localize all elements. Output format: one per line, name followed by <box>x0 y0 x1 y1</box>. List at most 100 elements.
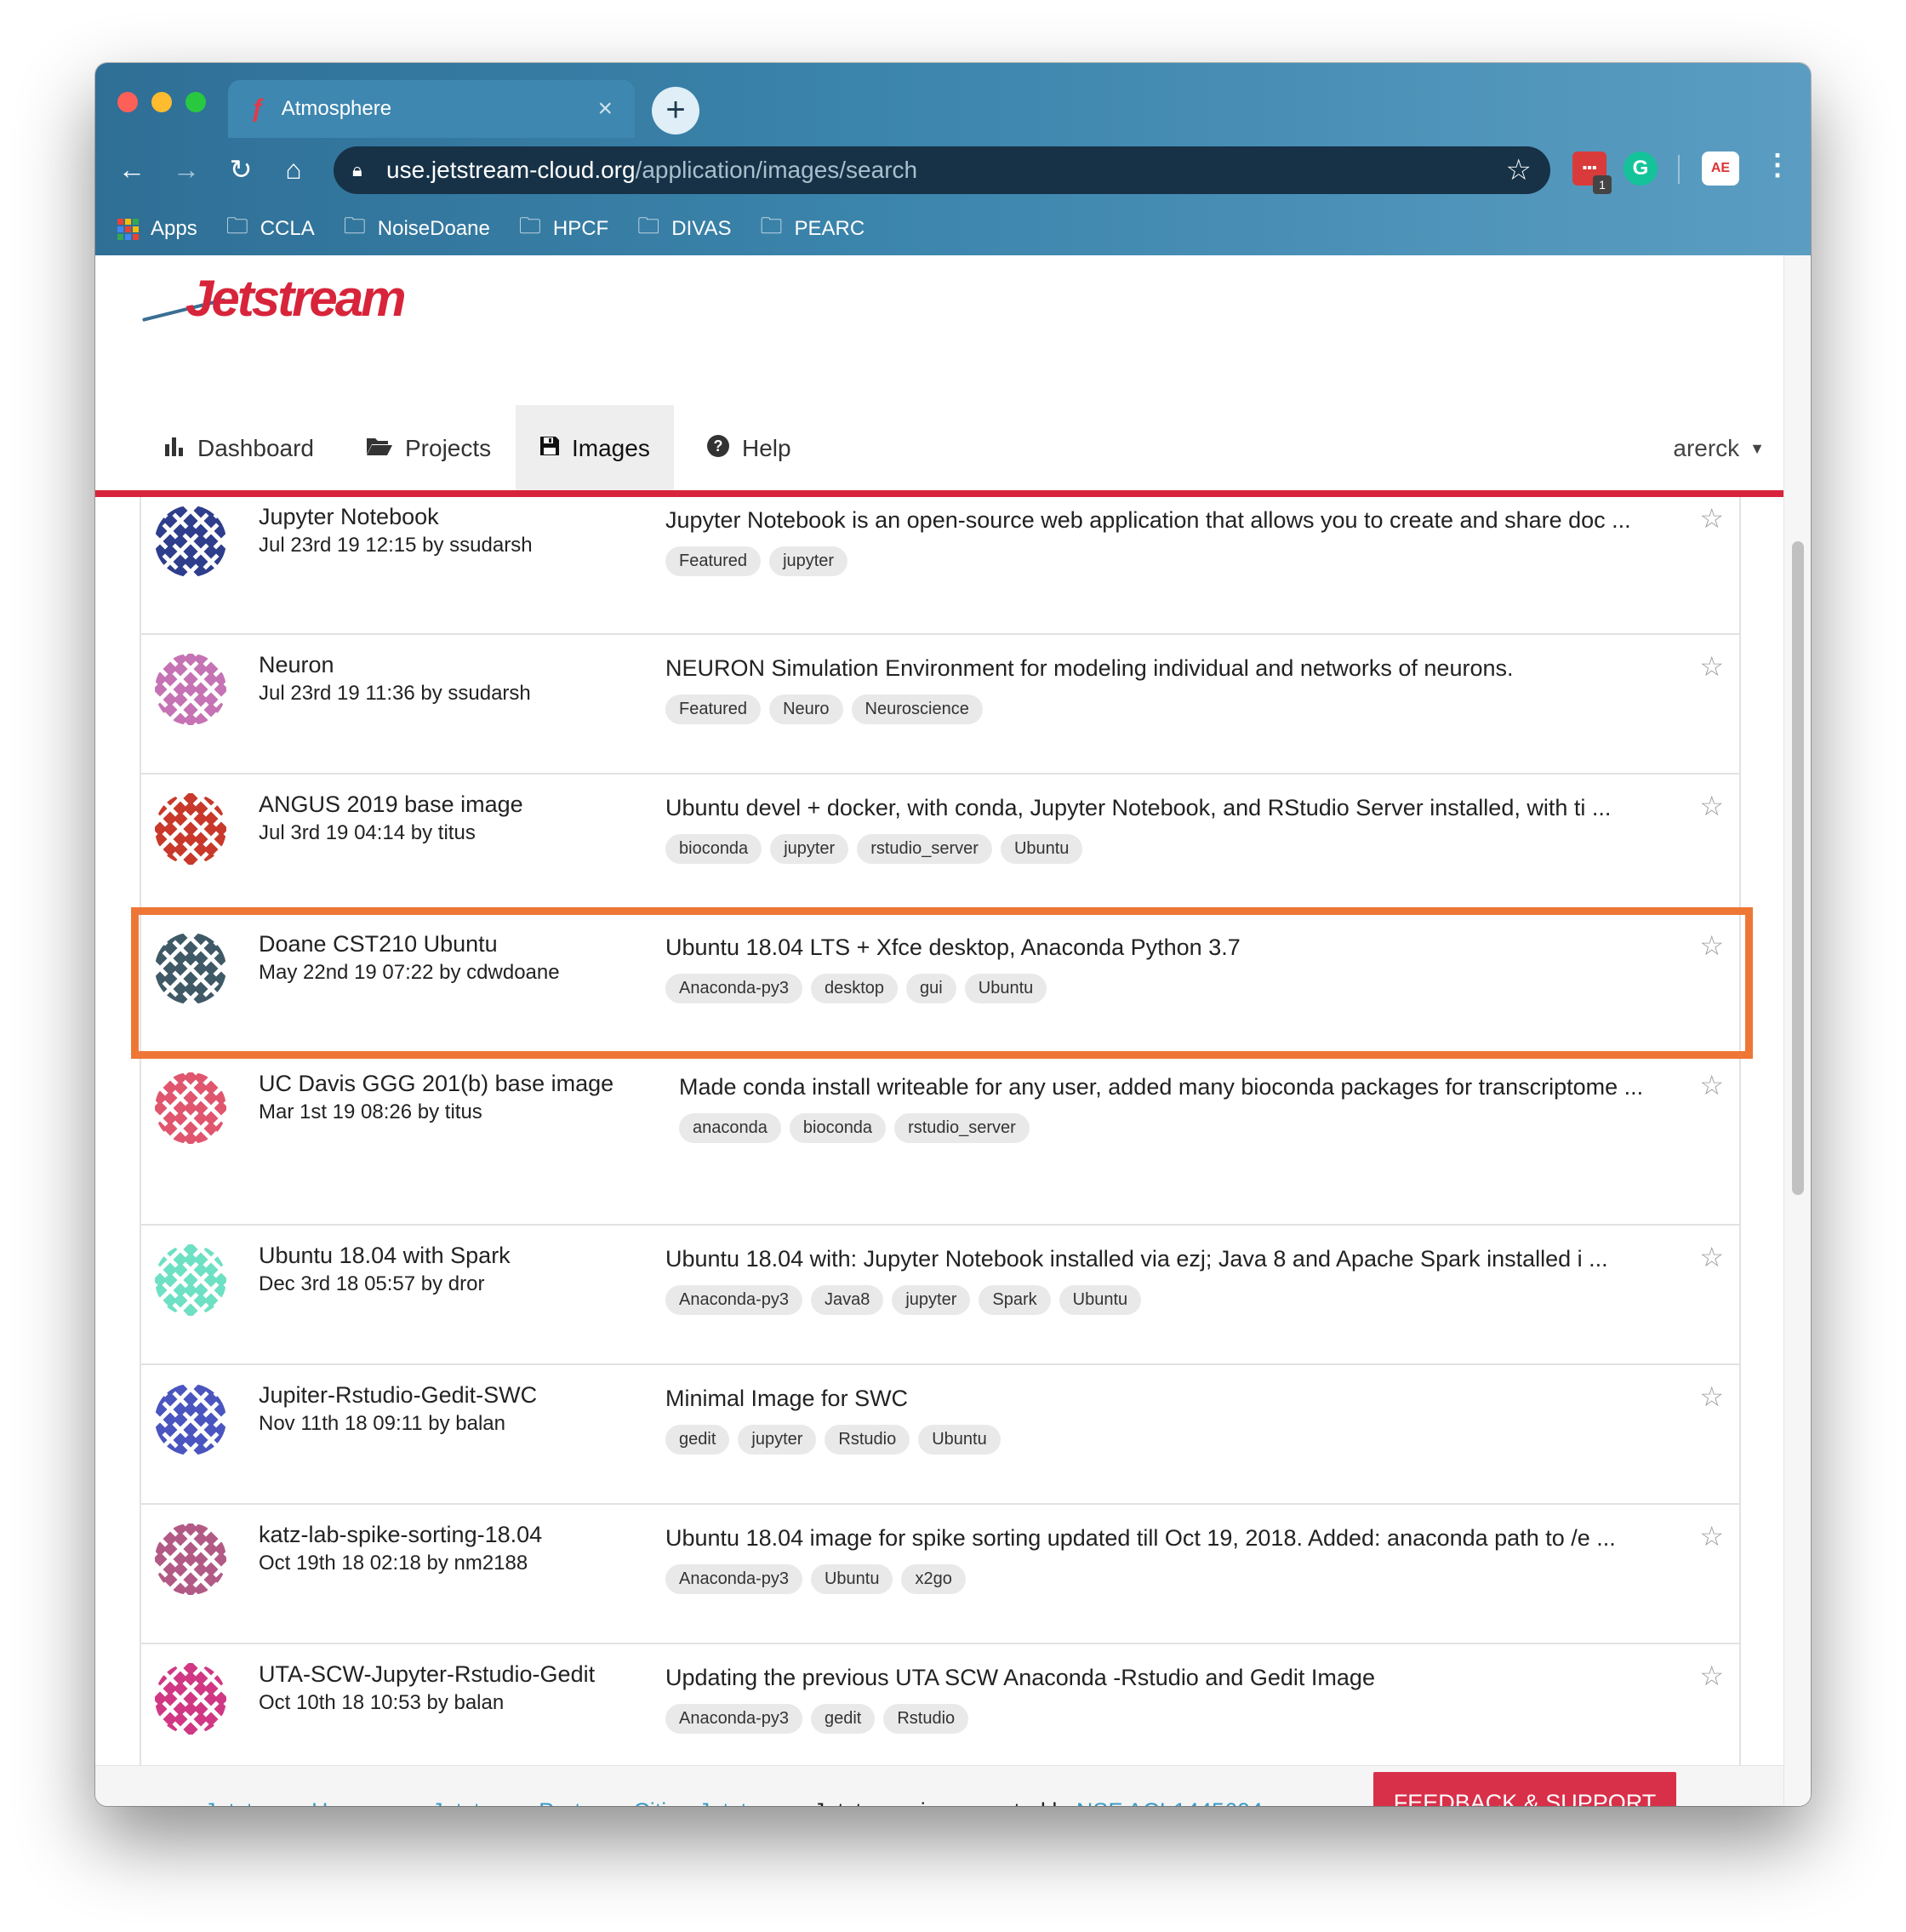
favorite-star-icon[interactable]: ☆ <box>1699 1069 1724 1101</box>
home-icon[interactable]: ⌂ <box>272 148 315 191</box>
browser-tab[interactable]: ƒ Atmosphere × <box>228 80 635 138</box>
image-name[interactable]: Ubuntu 18.04 with Spark <box>259 1243 511 1269</box>
scrollbar-thumb[interactable] <box>1792 541 1804 1195</box>
tag-pill[interactable]: rstudio_server <box>857 834 992 864</box>
tag-pill[interactable]: desktop <box>810 974 899 1003</box>
tag-pill[interactable]: anaconda <box>679 1113 781 1143</box>
image-card[interactable]: Doane CST210 Ubuntu May 22nd 19 07:22 by … <box>140 914 1741 1054</box>
address-bar[interactable]: 🔒︎ use.jetstream-cloud.org/application/i… <box>334 146 1550 194</box>
minimize-window-button[interactable] <box>151 92 172 112</box>
tag-pill[interactable]: Ubuntu <box>918 1425 1001 1455</box>
new-tab-button[interactable]: + <box>652 87 699 134</box>
tag-pill[interactable]: x2go <box>901 1564 966 1594</box>
tag-pill[interactable]: jupyter <box>892 1285 971 1315</box>
tag-pill[interactable]: Java8 <box>810 1285 884 1315</box>
nav-label: Help <box>742 435 791 461</box>
tag-pill[interactable]: Ubuntu <box>1000 834 1083 864</box>
tag-pill[interactable]: Neuro <box>769 694 843 724</box>
jetstream-logo[interactable]: Jetstream <box>141 267 407 344</box>
favorite-star-icon[interactable]: ☆ <box>1699 790 1724 822</box>
image-card[interactable]: UC Davis GGG 201(b) base image Mar 1st 19… <box>140 1054 1741 1226</box>
image-name[interactable]: katz-lab-spike-sorting-18.04 <box>259 1522 542 1548</box>
image-card[interactable]: Neuron Jul 23rd 19 11:36 by ssudarsh NEURO… <box>140 635 1741 775</box>
nav-projects[interactable]: Projects <box>342 405 515 492</box>
footer-link-homepage[interactable]: Jetstream Homepage <box>204 1798 424 1807</box>
forward-icon[interactable]: → <box>165 148 208 191</box>
browser-menu-icon[interactable]: ⋮ <box>1763 148 1792 182</box>
tag-pill[interactable]: jupyter <box>769 546 848 576</box>
tag-pill[interactable]: gedit <box>665 1425 730 1455</box>
tag-pill[interactable]: Rstudio <box>883 1704 969 1734</box>
tag-pill[interactable]: Featured <box>665 546 762 576</box>
image-name[interactable]: Neuron <box>259 652 531 678</box>
ae-extension-icon[interactable]: AE <box>1702 151 1739 186</box>
image-meta: Doane CST210 Ubuntu May 22nd 19 07:22 by … <box>259 931 560 985</box>
favorite-star-icon[interactable]: ☆ <box>1699 1380 1724 1413</box>
bookmark-folder-hpcf[interactable]: 🗀︎ HPCF <box>519 210 608 248</box>
image-name[interactable]: UTA-SCW-Jupyter-Rstudio-Gedit <box>259 1661 595 1688</box>
image-name[interactable]: Jupyter Notebook <box>259 504 533 530</box>
tag-pill[interactable]: Featured <box>665 694 762 724</box>
image-avatar-icon <box>155 1663 226 1735</box>
image-name[interactable]: Jupiter-Rstudio-Gedit-SWC <box>259 1382 537 1409</box>
image-card[interactable]: Jupyter Notebook Jul 23rd 19 12:15 by ssu… <box>140 497 1741 635</box>
tag-pill[interactable]: Anaconda-py3 <box>665 974 802 1003</box>
image-name[interactable]: Doane CST210 Ubuntu <box>259 931 560 957</box>
image-description: Minimal Image for SWC <box>665 1386 909 1411</box>
tag-pill[interactable]: Anaconda-py3 <box>665 1285 802 1315</box>
image-card[interactable]: UTA-SCW-Jupyter-Rstudio-Gedit Oct 10th 18… <box>140 1644 1741 1765</box>
zoom-window-button[interactable] <box>185 92 206 112</box>
tag-pill[interactable]: Neuroscience <box>851 694 983 724</box>
favorite-star-icon[interactable]: ☆ <box>1699 650 1724 683</box>
feedback-support-button[interactable]: FEEDBACK & SUPPORT <box>1373 1772 1676 1806</box>
tag-pill[interactable]: gui <box>906 974 956 1003</box>
image-card[interactable]: ANGUS 2019 base image Jul 3rd 19 04:14 by… <box>140 775 1741 914</box>
favorite-star-icon[interactable]: ☆ <box>1699 502 1724 534</box>
image-card[interactable]: Ubuntu 18.04 with Spark Dec 3rd 18 05:57 … <box>140 1226 1741 1365</box>
bookmark-star-icon[interactable]: ☆ <box>1506 153 1532 187</box>
image-tags: Featured jupyter <box>665 546 1644 576</box>
tag-pill[interactable]: Anaconda-py3 <box>665 1704 802 1734</box>
back-icon[interactable]: ← <box>111 148 153 191</box>
tag-pill[interactable]: jupyter <box>738 1425 817 1455</box>
image-card[interactable]: katz-lab-spike-sorting-18.04 Oct 19th 18 … <box>140 1505 1741 1644</box>
window-controls <box>117 92 206 112</box>
bookmark-folder-pearc[interactable]: 🗀︎ PEARC <box>760 210 865 248</box>
footer-link-nsf[interactable]: NSF ACI-1445604 <box>1076 1798 1263 1807</box>
tab-close-icon[interactable]: × <box>597 94 613 123</box>
close-window-button[interactable] <box>117 92 138 112</box>
tag-pill[interactable]: bioconda <box>789 1113 887 1143</box>
tag-pill[interactable]: Spark <box>979 1285 1051 1315</box>
bookmark-apps[interactable]: Apps <box>117 217 197 241</box>
footer-link-partners[interactable]: Jetstream Partners <box>431 1798 625 1807</box>
bookmark-folder-divas[interactable]: 🗀︎ DIVAS <box>637 210 731 248</box>
scrollbar[interactable] <box>1783 255 1811 1806</box>
bookmark-folder-noisedoane[interactable]: 🗀︎ NoiseDoane <box>344 210 490 248</box>
favorite-star-icon[interactable]: ☆ <box>1699 929 1724 962</box>
tag-pill[interactable]: Anaconda-py3 <box>665 1564 802 1594</box>
tag-pill[interactable]: bioconda <box>665 834 762 864</box>
tag-pill[interactable]: Ubuntu <box>964 974 1047 1003</box>
tag-pill[interactable]: rstudio_server <box>894 1113 1030 1143</box>
grammarly-extension-icon[interactable]: G <box>1624 151 1658 186</box>
reload-icon[interactable]: ↻ <box>220 148 262 191</box>
image-date: Nov 11th 18 09:11 by balan <box>259 1412 505 1435</box>
footer-link-citing[interactable]: Citing Jetstream <box>633 1798 799 1807</box>
nav-images[interactable]: Images <box>516 405 674 492</box>
image-card[interactable]: Jupiter-Rstudio-Gedit-SWC Nov 11th 18 09:… <box>140 1365 1741 1505</box>
favorite-star-icon[interactable]: ☆ <box>1699 1241 1724 1273</box>
favorite-star-icon[interactable]: ☆ <box>1699 1520 1724 1552</box>
bookmark-folder-ccla[interactable]: 🗀︎ CCLA <box>226 210 315 248</box>
tag-pill[interactable]: jupyter <box>770 834 849 864</box>
user-menu[interactable]: arerck ▼ <box>1673 405 1765 492</box>
tag-pill[interactable]: Rstudio <box>825 1425 910 1455</box>
image-name[interactable]: ANGUS 2019 base image <box>259 792 523 818</box>
favorite-star-icon[interactable]: ☆ <box>1699 1660 1724 1692</box>
nav-help[interactable]: ? Help <box>682 405 815 492</box>
nav-dashboard[interactable]: Dashboard <box>140 405 338 492</box>
tag-pill[interactable]: Ubuntu <box>1059 1285 1142 1315</box>
folder-icon: 🗀︎ <box>760 213 783 238</box>
tag-pill[interactable]: Ubuntu <box>810 1564 893 1594</box>
tag-pill[interactable]: gedit <box>810 1704 876 1734</box>
image-name[interactable]: UC Davis GGG 201(b) base image <box>259 1071 613 1097</box>
